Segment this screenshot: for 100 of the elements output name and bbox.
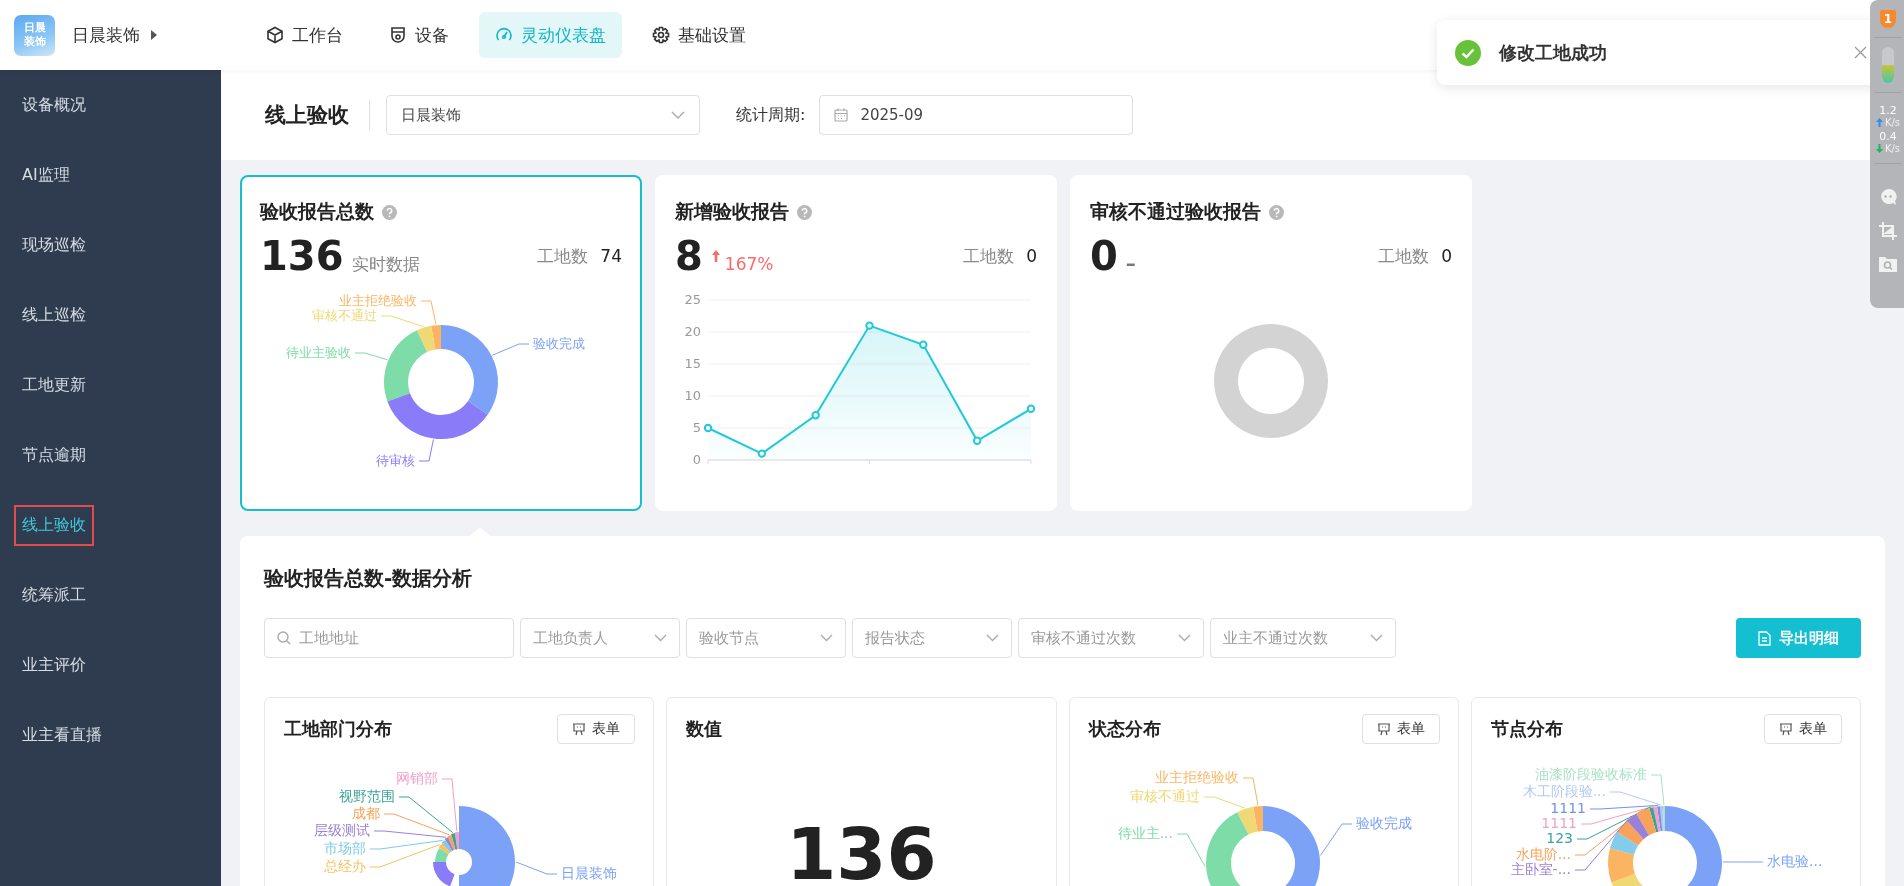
help-icon[interactable] xyxy=(382,204,397,220)
stat-value: 0 xyxy=(1090,233,1118,279)
card-title: 节点分布 xyxy=(1490,717,1563,741)
chart-label: 层级测试 xyxy=(314,822,370,838)
crop-icon[interactable] xyxy=(1878,221,1898,241)
stat-value: 136 xyxy=(260,233,344,279)
table-button[interactable]: 表单 xyxy=(1764,714,1842,744)
arrow-up-icon xyxy=(710,249,721,263)
leader-line xyxy=(354,352,388,361)
sidebar-item[interactable]: 统筹派工 xyxy=(14,574,94,616)
realtime-note: 实时数据 xyxy=(351,253,420,276)
section-title: 验收报告总数-数据分析 xyxy=(264,565,474,592)
cube-icon xyxy=(266,26,284,44)
help-icon[interactable] xyxy=(797,204,812,220)
nav-tab[interactable]: 基础设置 xyxy=(636,12,762,58)
card-title: 工地部门分布 xyxy=(284,717,392,741)
stat-card[interactable]: 新增验收报告 8 167% 工地数 0 0 5 10 15 20 25 xyxy=(655,175,1057,511)
nav-tab[interactable]: 设备 xyxy=(373,12,465,58)
chart-label: 验收完成 xyxy=(1355,815,1412,831)
sidebar-item[interactable]: 线上验收 xyxy=(14,504,94,546)
axis-tick-label: 25 xyxy=(684,291,701,307)
chart-label: 视野范围 xyxy=(339,788,395,804)
leader-line xyxy=(1176,833,1206,868)
leader-line xyxy=(515,861,558,875)
sidebar-item[interactable]: 线上巡检 xyxy=(14,294,94,336)
chart-label: 待业主... xyxy=(1117,825,1173,841)
site-count-label: 工地数 xyxy=(537,244,589,268)
data-point xyxy=(972,436,982,445)
stat-card[interactable]: 审核不通过验收报告 0 – 工地数 0 xyxy=(1070,175,1472,511)
chart-label: 1111 xyxy=(1550,800,1586,816)
company-name[interactable]: 日晨装饰 xyxy=(72,23,140,47)
board-icon xyxy=(1779,722,1793,736)
data-point xyxy=(703,423,713,433)
upload-speed: 1.2 xyxy=(1879,104,1897,117)
card-title: 数值 xyxy=(686,717,723,741)
sidebar-item[interactable]: 设备概况 xyxy=(14,84,94,126)
chart-label: 1111 xyxy=(1541,815,1577,831)
sidebar-item[interactable]: 业主评价 xyxy=(14,644,94,686)
donut-slice xyxy=(1616,820,1644,846)
change-percent: 167% xyxy=(724,254,774,274)
metric-value: 136 xyxy=(786,814,937,886)
chart-label: 验收完成 xyxy=(533,335,585,351)
axis-tick-label: 15 xyxy=(684,355,701,371)
document-icon xyxy=(1758,630,1771,646)
caret-right-icon[interactable] xyxy=(150,30,158,40)
close-icon[interactable] xyxy=(1854,46,1867,59)
chart-label: 木工阶段验... xyxy=(1522,783,1606,799)
period-field[interactable]: 2025-09 xyxy=(819,95,1134,135)
axis-tick-label: 0 xyxy=(692,451,701,467)
chevron-down-icon xyxy=(671,111,685,119)
leader-line xyxy=(418,439,434,462)
card-title: 状态分布 xyxy=(1088,717,1161,741)
settings-icon xyxy=(652,26,670,44)
sidebar-item[interactable]: 工地更新 xyxy=(14,364,94,406)
chart-label: 总经办 xyxy=(324,858,366,874)
chevron-down-icon xyxy=(820,634,833,642)
axis-tick-label: 10 xyxy=(684,387,701,403)
chevron-down-icon xyxy=(1370,634,1383,642)
data-point xyxy=(757,449,767,458)
arrow-up-icon xyxy=(1875,118,1883,127)
leader-line xyxy=(1722,861,1764,863)
company-logo: 日晨 装饰 xyxy=(14,14,55,56)
toast-message: 修改工地成功 xyxy=(1499,40,1607,65)
help-icon[interactable] xyxy=(1269,204,1284,220)
axis-tick-label: 5 xyxy=(692,419,701,435)
chevron-down-icon xyxy=(986,634,999,642)
chart-label: 业主拒绝验收 xyxy=(1154,769,1239,785)
data-point xyxy=(865,321,874,330)
board-icon xyxy=(572,722,587,736)
search-field[interactable]: 工地地址 xyxy=(264,618,514,658)
table-button[interactable]: 表单 xyxy=(1361,714,1440,744)
period-label: 统计周期: xyxy=(736,104,806,126)
sidebar-item[interactable]: 现场巡检 xyxy=(14,224,94,266)
chart-label: 审核不通过 xyxy=(1129,788,1200,804)
site-count: 0 xyxy=(1441,246,1452,266)
chart-label: 水电验... xyxy=(1766,853,1823,869)
nav-tab[interactable]: 工作台 xyxy=(250,12,359,58)
data-point xyxy=(1026,404,1036,413)
folder-search-icon[interactable] xyxy=(1878,255,1898,273)
chart-label: 待审核 xyxy=(376,452,415,468)
change-dash: – xyxy=(1125,251,1136,275)
leader-line xyxy=(1319,823,1352,856)
chevron-down-icon xyxy=(1178,634,1191,642)
page-title: 线上验收 xyxy=(265,102,349,129)
sidebar-item[interactable]: 节点逾期 xyxy=(14,434,94,476)
chart-label: 审核不通过 xyxy=(312,307,377,323)
data-point xyxy=(919,340,928,349)
sidebar-item[interactable]: AI监理 xyxy=(14,154,78,196)
chat-bubble-icon[interactable] xyxy=(1878,187,1898,207)
card-title: 审核不通过验收报告 xyxy=(1090,199,1261,224)
company-select[interactable]: 日晨装饰 xyxy=(386,95,700,135)
table-button[interactable]: 表单 xyxy=(557,714,636,744)
card-title: 验收报告总数 xyxy=(260,199,374,224)
stat-value: 8 xyxy=(675,233,703,279)
sidebar-item[interactable]: 业主看直播 xyxy=(14,714,110,756)
chart-label: 油漆阶段验收标准 xyxy=(1534,766,1647,782)
chart-label: 市场部 xyxy=(324,840,366,856)
site-count-label: 工地数 xyxy=(963,244,1015,268)
search-icon xyxy=(277,631,291,645)
camera-icon xyxy=(389,26,407,44)
